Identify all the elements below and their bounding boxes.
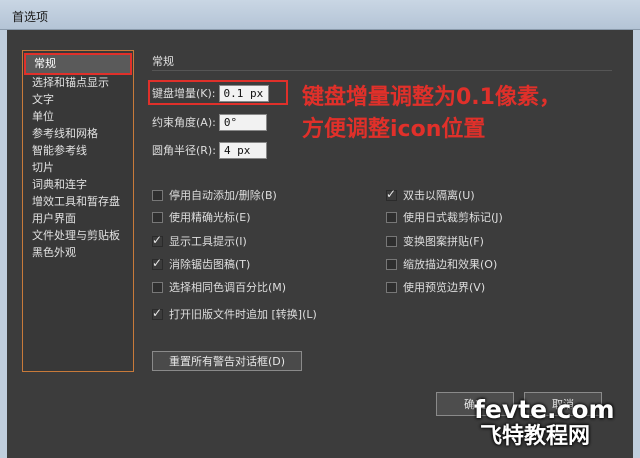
constrain-angle-input[interactable]: 0° <box>218 113 267 131</box>
option-append-convert-legacy[interactable]: 打开旧版文件时追加 [转换](L) <box>152 305 317 323</box>
constrain-angle-label: 约束角度(A): <box>152 116 216 129</box>
sidebar-item-selection-anchor[interactable]: 选择和锚点显示 <box>23 74 133 91</box>
sidebar-item-units[interactable]: 单位 <box>23 108 133 125</box>
option-label: 选择相同色调百分比(M) <box>169 281 287 294</box>
corner-radius-input[interactable]: 4 px <box>218 141 267 159</box>
sidebar: 常规 选择和锚点显示 文字 单位 参考线和网格 智能参考线 切片 词典和连字 增… <box>22 50 134 372</box>
reset-warning-dialogs-button[interactable]: 重置所有警告对话框(D) <box>152 351 302 371</box>
watermark: fevte.com 飞特教程网 <box>474 396 634 454</box>
option-double-click-isolate[interactable]: 双击以隔离(U) <box>386 186 475 204</box>
annotation-line-2: 方便调整icon位置 <box>302 117 486 142</box>
checkbox[interactable] <box>152 189 163 201</box>
option-label: 变换图案拼贴(F) <box>403 235 484 248</box>
sidebar-item-user-interface[interactable]: 用户界面 <box>23 210 133 227</box>
watermark-name: 飞特教程网 <box>480 424 591 449</box>
option-precise-cursors[interactable]: 使用精确光标(E) <box>152 208 251 226</box>
annotation-line-1: 键盘增量调整为0.1像素， <box>302 85 561 110</box>
option-label: 缩放描边和效果(O) <box>403 258 498 271</box>
annotation-text: 键盘增量调整为0.1像素， 方便调整icon位置 <box>302 82 561 146</box>
option-label: 打开旧版文件时追加 [转换](L) <box>169 308 317 321</box>
checkbox-checked[interactable] <box>386 187 397 201</box>
sidebar-item-plugins-scratch[interactable]: 增效工具和暂存盘 <box>23 193 133 210</box>
checkbox[interactable] <box>386 258 397 270</box>
option-select-same-tint[interactable]: 选择相同色调百分比(M) <box>152 278 286 296</box>
checkbox[interactable] <box>152 281 163 293</box>
option-label: 使用预览边界(V) <box>403 281 486 294</box>
window-title: 首选项 <box>12 10 49 24</box>
keyboard-increment-highlight <box>148 80 288 105</box>
section-divider <box>152 70 612 71</box>
checkbox[interactable] <box>386 281 397 293</box>
checkbox[interactable] <box>152 211 163 223</box>
sidebar-item-guides-grid[interactable]: 参考线和网格 <box>23 125 133 142</box>
sidebar-item-dictionary[interactable]: 词典和连字 <box>23 176 133 193</box>
option-label: 使用日式裁剪标记(J) <box>403 211 503 224</box>
corner-radius-label: 圆角半径(R): <box>152 144 216 157</box>
option-transform-pattern-tiles[interactable]: 变换图案拼贴(F) <box>386 232 484 250</box>
checkbox-checked[interactable] <box>152 306 163 320</box>
option-antialiased-artwork[interactable]: 消除锯齿图稿(T) <box>152 255 250 273</box>
sidebar-item-slices[interactable]: 切片 <box>23 159 133 176</box>
checkbox-checked[interactable] <box>152 256 163 270</box>
checkbox-checked[interactable] <box>152 233 163 247</box>
checkbox[interactable] <box>386 211 397 223</box>
title-bar: 首选项 <box>0 0 640 30</box>
section-title: 常规 <box>152 55 174 68</box>
sidebar-item-file-clipboard[interactable]: 文件处理与剪贴板 <box>23 227 133 244</box>
sidebar-item-black-appearance[interactable]: 黑色外观 <box>23 244 133 261</box>
sidebar-item-type[interactable]: 文字 <box>23 91 133 108</box>
option-show-tooltips[interactable]: 显示工具提示(I) <box>152 232 247 250</box>
corner-radius-row: 圆角半径(R): 4 px <box>152 140 267 160</box>
option-label: 显示工具提示(I) <box>169 235 247 248</box>
constrain-angle-row: 约束角度(A): 0° <box>152 112 267 132</box>
sidebar-item-smart-guides[interactable]: 智能参考线 <box>23 142 133 159</box>
option-disable-auto-add-delete[interactable]: 停用自动添加/删除(B) <box>152 186 277 204</box>
option-japanese-crop-marks[interactable]: 使用日式裁剪标记(J) <box>386 208 503 226</box>
sidebar-item-general[interactable]: 常规 <box>24 53 132 75</box>
watermark-site: fevte.com <box>474 395 615 424</box>
checkbox[interactable] <box>386 235 397 247</box>
option-label: 双击以隔离(U) <box>403 189 475 202</box>
option-label: 使用精确光标(E) <box>169 211 251 224</box>
option-label: 消除锯齿图稿(T) <box>169 258 251 271</box>
option-preview-bounds[interactable]: 使用预览边界(V) <box>386 278 485 296</box>
option-label: 停用自动添加/删除(B) <box>169 189 277 202</box>
option-scale-strokes-effects[interactable]: 缩放描边和效果(O) <box>386 255 497 273</box>
